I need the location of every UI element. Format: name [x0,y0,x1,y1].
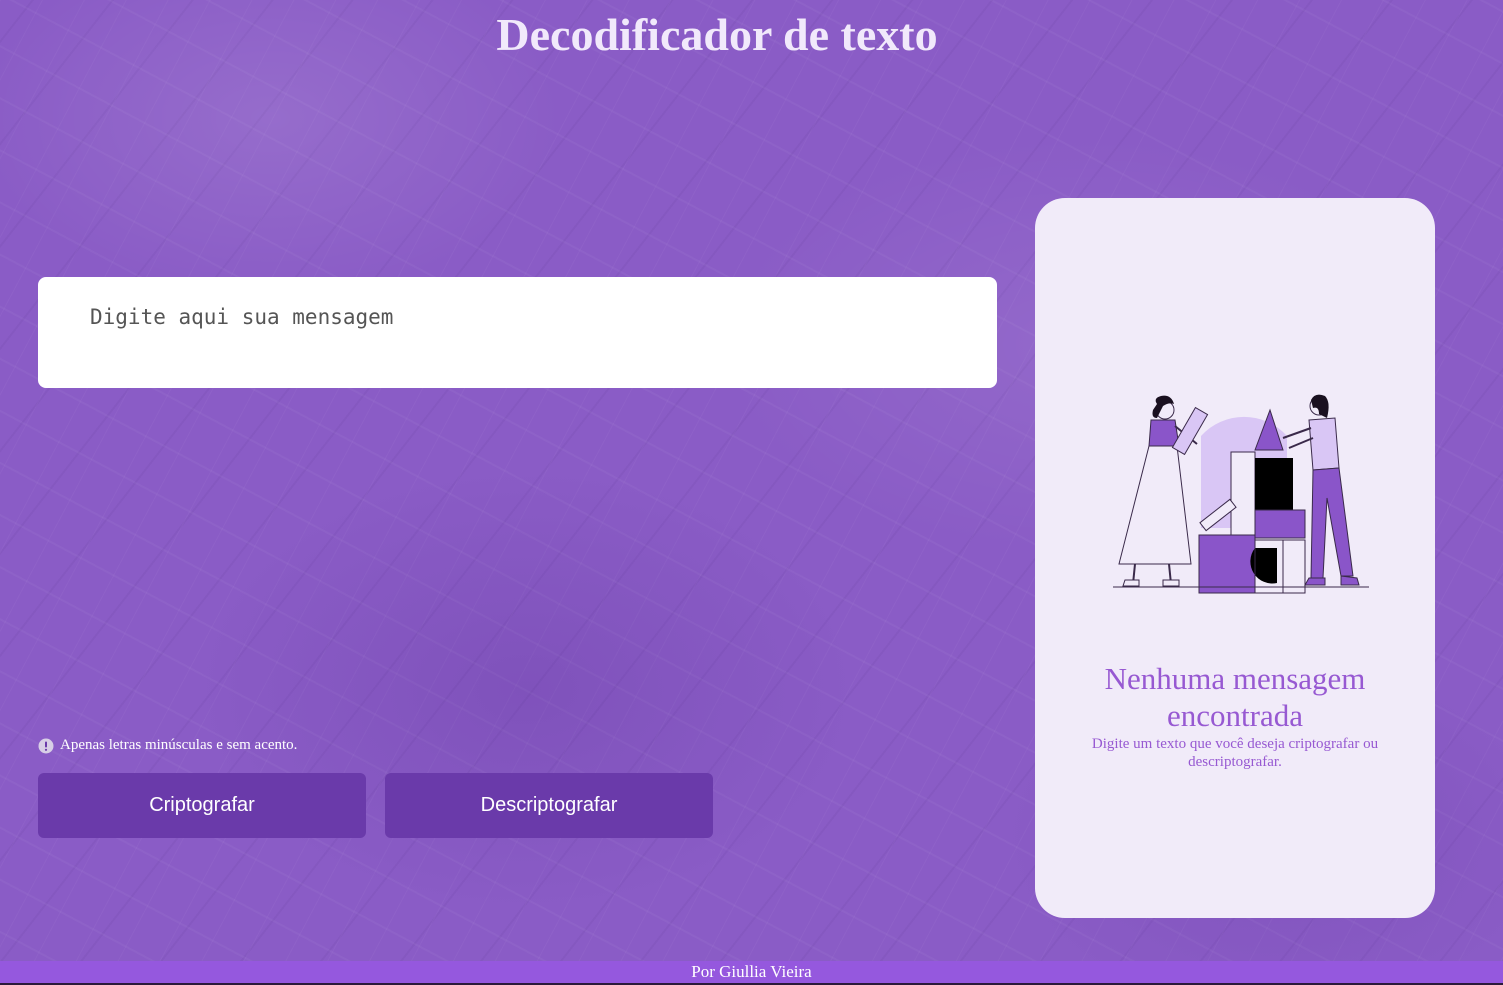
output-panel: Nenhuma mensagem encontrada Digite um te… [1035,198,1435,918]
footer: Por Giullia Vieira [0,961,1503,985]
info-exclamation-icon [38,738,54,754]
page-title: Decodificador de texto [496,9,938,60]
empty-state-title: Nenhuma mensagem encontrada [1104,661,1366,733]
input-hint: Apenas letras minúsculas e sem acento. [38,737,297,754]
encrypt-button[interactable]: Criptografar [38,773,366,838]
empty-state-subtitle: Digite um texto que você deseja criptogr… [1091,736,1379,770]
people-building-blocks-illustration [1113,394,1369,594]
message-input[interactable] [38,277,997,388]
hint-text: Apenas letras minúsculas e sem acento. [60,737,298,753]
decrypt-button[interactable]: Descriptografar [385,773,713,838]
